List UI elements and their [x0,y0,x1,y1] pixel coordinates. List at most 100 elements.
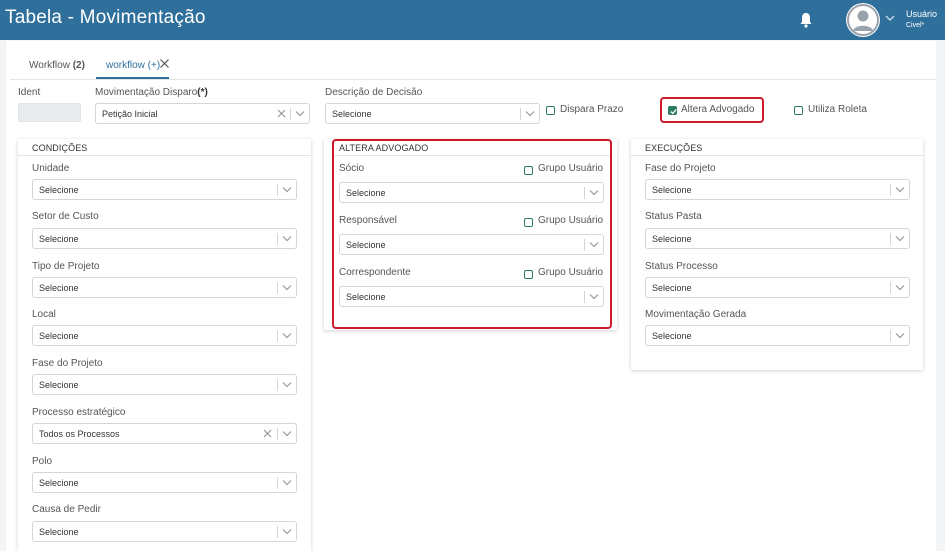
chevron-down-icon[interactable] [589,241,599,248]
user-avatar-icon[interactable] [846,3,880,37]
select-value: Selecione [652,234,692,244]
select-separator [890,184,891,196]
required-marker: (*) [197,87,208,98]
tab-workflow[interactable]: Workflow (2) [29,60,85,71]
responsavel-label: Responsável [339,215,397,226]
select-value: Selecione [39,527,79,537]
select-value: Selecione [39,478,79,488]
fase-projeto-label: Fase do Projeto [32,358,103,369]
select-value: Selecione [652,331,692,341]
fase-projeto-select[interactable]: Selecione [32,374,297,395]
chevron-down-icon[interactable] [282,235,292,242]
select-value: Selecione [39,283,79,293]
chevron-down-icon[interactable] [282,332,292,339]
movimentacao-gerada-select[interactable]: Selecione [645,325,910,346]
socio-label: Sócio [339,163,365,174]
chevron-down-icon[interactable] [295,110,305,117]
chevron-down-icon[interactable] [885,14,895,22]
altera-advogado-checkbox[interactable] [668,106,677,115]
unidade-select[interactable]: Selecione [32,179,297,200]
chevron-down-icon[interactable] [895,186,905,193]
chevron-down-icon[interactable] [589,189,599,196]
select-separator [584,239,585,251]
correspondente-grupo-usuario-checkbox[interactable] [524,270,533,279]
select-separator [277,379,278,391]
execucoes-title: EXECUÇÕES [645,143,703,153]
processo-estrategico-select[interactable]: Todos os Processos [32,423,297,444]
socio-grupo-usuario-checkbox[interactable] [524,166,533,175]
polo-label: Polo [32,456,53,467]
socio-select[interactable]: Selecione [339,182,604,203]
causa-pedir-label: Causa de Pedir [32,504,101,515]
close-icon[interactable] [159,58,170,69]
causa-pedir-select[interactable]: Selecione [32,521,297,542]
chevron-down-icon[interactable] [282,284,292,291]
select-value: Selecione [652,283,692,293]
card-divider [631,155,923,156]
descricao-select[interactable]: Selecione [325,103,540,124]
ident-field[interactable] [18,103,81,122]
chevron-down-icon[interactable] [525,110,535,117]
local-label: Local [32,309,56,320]
descricao-label: Descrição de Decisão [325,87,423,98]
altera-advogado-label: Altera Advogado [681,104,755,115]
tab-workflow-new-label: workflow (+) [106,60,161,71]
local-select[interactable]: Selecione [32,325,297,346]
tab-workflow-count: (2) [72,60,85,71]
movimentacao-label: Movimentação Disparo(*) [95,87,208,98]
select-separator [890,233,891,245]
status-pasta-select[interactable]: Selecione [645,228,910,249]
chevron-down-icon[interactable] [282,186,292,193]
setor-custo-select[interactable]: Selecione [32,228,297,249]
utiliza-roleta-label: Utiliza Roleta [808,104,867,115]
socio-grupo-usuario-label: Grupo Usuário [538,163,604,174]
utiliza-roleta-checkbox[interactable] [794,106,803,115]
clear-icon[interactable] [263,429,272,438]
tab-workflow-new[interactable]: workflow (+) [106,60,160,71]
select-separator [890,330,891,342]
chevron-down-icon[interactable] [282,479,292,486]
movimentacao-select[interactable]: Petição Inicial [95,103,310,124]
card-divider [334,155,610,156]
chevron-down-icon[interactable] [282,381,292,388]
chevron-down-icon[interactable] [282,430,292,437]
exec-fase-projeto-select[interactable]: Selecione [645,179,910,200]
chevron-down-icon[interactable] [895,332,905,339]
select-separator [520,108,521,120]
select-value: Selecione [346,292,386,302]
movimentacao-gerada-label: Movimentação Gerada [645,309,747,320]
correspondente-grupo-usuario-label: Grupo Usuário [538,267,604,278]
responsavel-grupo-usuario-checkbox[interactable] [524,218,533,227]
tab-workflow-label: Workflow [29,60,73,71]
select-separator [277,184,278,196]
chevron-down-icon[interactable] [589,293,599,300]
descricao-value: Selecione [332,109,372,119]
status-processo-label: Status Processo [645,261,718,272]
clear-icon[interactable] [277,109,286,118]
select-value: Selecione [39,185,79,195]
bell-icon[interactable] [798,11,814,29]
responsavel-select[interactable]: Selecione [339,234,604,255]
select-separator [277,282,278,294]
status-processo-select[interactable]: Selecione [645,277,910,298]
chevron-down-icon[interactable] [895,284,905,291]
unidade-label: Unidade [32,163,70,174]
correspondente-select[interactable]: Selecione [339,286,604,307]
select-value: Selecione [39,234,79,244]
select-value: Selecione [652,185,692,195]
dispara-prazo-label: Dispara Prazo [560,104,624,115]
card-divider [18,155,311,156]
movimentacao-label-text: Movimentação Disparo [95,87,198,98]
check-icon [670,109,677,115]
tipo-projeto-select[interactable]: Selecione [32,277,297,298]
chevron-down-icon[interactable] [895,235,905,242]
chevron-down-icon[interactable] [282,528,292,535]
select-value: Selecione [39,331,79,341]
polo-select[interactable]: Selecione [32,472,297,493]
exec-fase-projeto-label: Fase do Projeto [645,163,716,174]
processo-estrategico-label: Processo estratégico [32,407,126,418]
user-subtitle: Civel* [906,22,925,29]
dispara-prazo-checkbox[interactable] [546,106,555,115]
user-name: Usuário [906,9,938,19]
page-title: Tabela - Movimentação [5,7,206,28]
